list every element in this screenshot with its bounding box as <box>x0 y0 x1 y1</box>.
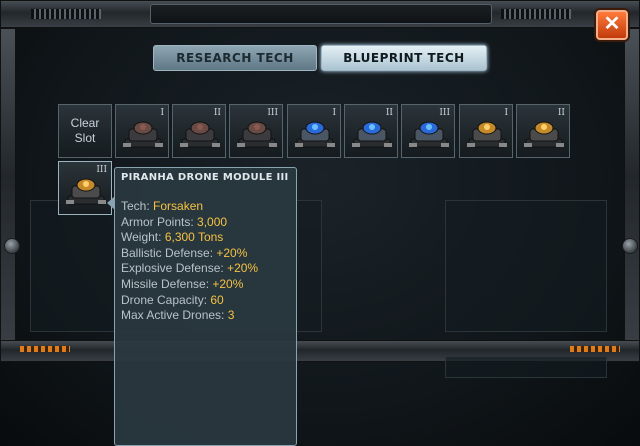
tab-research-tech[interactable]: RESEARCH TECH <box>153 45 317 71</box>
tier-label: II <box>213 108 221 118</box>
drone-module-icon <box>123 121 163 148</box>
tier-label: II <box>557 108 565 118</box>
tooltip-title: PIRANHA DRONE MODULE III <box>121 172 289 183</box>
clear-slot-line1: Clear <box>70 116 100 130</box>
drone-module-icon <box>295 121 335 148</box>
tab-blueprint-tech[interactable]: BLUEPRINT TECH <box>321 45 487 71</box>
tooltip-row: Ballistic Defense: +20% <box>121 245 248 260</box>
drone-module-icon <box>352 121 392 148</box>
module-slot-dark-turret-iii[interactable]: III <box>229 104 283 158</box>
vent-decoration <box>500 8 572 20</box>
drone-module-icon <box>180 121 220 148</box>
module-slot-blue-drone-iii[interactable]: III <box>401 104 455 158</box>
module-slot-orange-drone-ii[interactable]: II <box>516 104 570 158</box>
drone-module-icon <box>409 121 449 148</box>
tooltip-row: Weight: 6,300 Tons <box>121 230 224 245</box>
tier-label: III <box>439 108 450 118</box>
tooltip-row: Max Active Drones: 3 <box>121 308 235 323</box>
vent-decoration <box>30 8 102 20</box>
tier-label: III <box>267 108 278 118</box>
tier-label: III <box>96 165 107 175</box>
left-frame <box>0 28 16 358</box>
title-groove <box>150 4 492 24</box>
tech-window: ✕ RESEARCH TECH BLUEPRINT TECH Clear Slo… <box>0 0 640 446</box>
clear-slot-button[interactable]: Clear Slot <box>58 104 112 158</box>
bolt-icon <box>622 238 638 254</box>
tooltip-row: Drone Capacity: 60 <box>121 292 224 307</box>
tooltip-row: Armor Points: 3,000 <box>121 214 228 229</box>
bolt-icon <box>4 238 20 254</box>
module-slot-dark-turret-i[interactable]: I <box>115 104 169 158</box>
module-slot-blue-drone-i[interactable]: I <box>287 104 341 158</box>
drone-module-icon <box>237 121 277 148</box>
module-slot-blue-drone-ii[interactable]: II <box>344 104 398 158</box>
right-frame <box>624 28 640 358</box>
background-panel <box>445 356 607 378</box>
tier-label: I <box>332 108 336 118</box>
module-slot-orange-drone-iii[interactable]: III <box>58 161 112 215</box>
tooltip-row: Missile Defense: +20% <box>121 276 244 291</box>
indicator-lights <box>570 346 620 352</box>
module-slot-orange-drone-i[interactable]: I <box>459 104 513 158</box>
close-button[interactable]: ✕ <box>596 10 628 40</box>
tier-label: I <box>504 108 508 118</box>
module-slot-dark-turret-ii[interactable]: II <box>172 104 226 158</box>
tier-label: I <box>160 108 164 118</box>
tooltip-row: Explosive Defense: +20% <box>121 261 259 276</box>
tier-label: II <box>385 108 393 118</box>
background-panel <box>445 200 607 332</box>
drone-module-icon <box>467 121 507 148</box>
module-tooltip: PIRANHA DRONE MODULE III Tech: Forsaken … <box>107 167 297 446</box>
clear-slot-line2: Slot <box>74 131 96 145</box>
top-frame <box>0 0 640 28</box>
drone-module-icon <box>66 178 106 205</box>
drone-module-icon <box>524 121 564 148</box>
indicator-lights <box>20 346 70 352</box>
tooltip-row: Tech: Forsaken <box>121 199 204 213</box>
